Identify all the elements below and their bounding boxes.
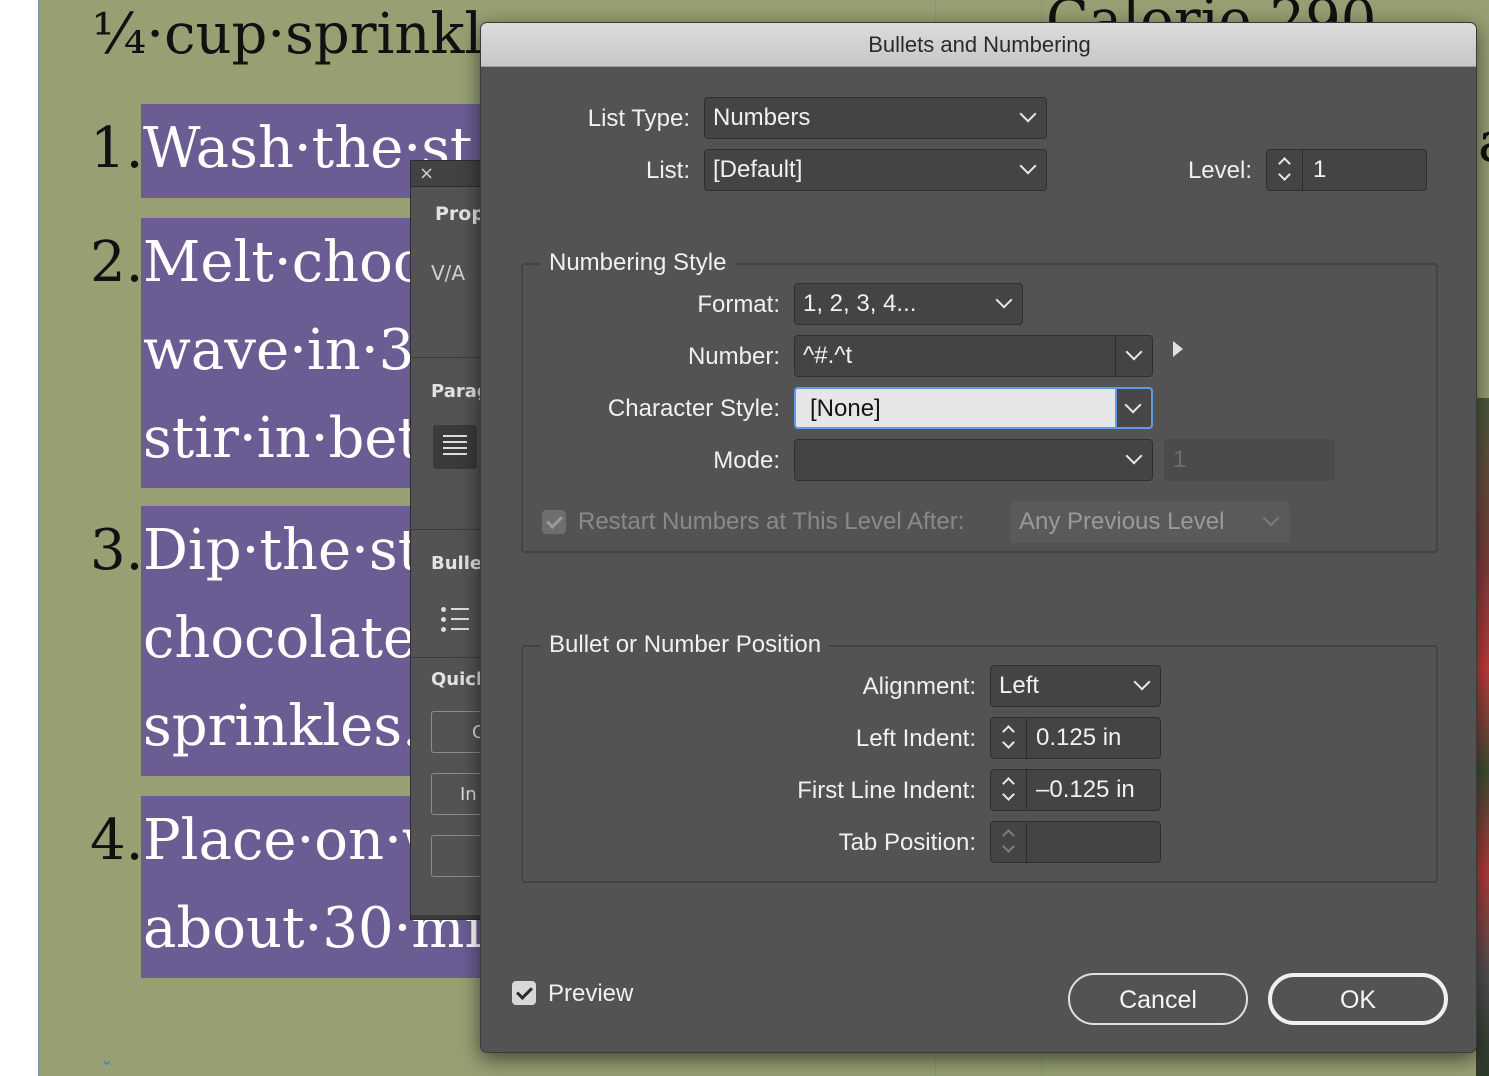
- close-icon[interactable]: ×: [419, 163, 434, 184]
- tab-position-label: Tab Position:: [838, 829, 976, 856]
- step-number: 1.: [90, 116, 144, 181]
- edge-letter: a: [1478, 110, 1489, 175]
- start-at-field[interactable]: 1: [1164, 439, 1335, 481]
- list-value: [Default]: [713, 156, 803, 183]
- stepper-arrows-icon[interactable]: [991, 822, 1027, 862]
- chevron-down-icon: [1262, 509, 1280, 527]
- step-number: 2.: [90, 230, 144, 295]
- format-dropdown[interactable]: 1, 2, 3, 4...: [794, 283, 1023, 325]
- overset-chevron-icon[interactable]: ⌄: [100, 1050, 113, 1069]
- restart-numbers-label: Restart Numbers at This Level After:: [578, 508, 965, 535]
- list-type-value: Numbers: [713, 104, 811, 131]
- divider: [411, 915, 481, 919]
- first-line-indent-value[interactable]: –0.125 in: [1036, 776, 1135, 804]
- special-character-menu-icon[interactable]: [1173, 341, 1183, 357]
- divider: [411, 529, 481, 530]
- bullets-section-label: Bulle: [431, 553, 482, 574]
- preview-checkbox[interactable]: [512, 981, 536, 1005]
- align-left-icon[interactable]: [433, 425, 477, 469]
- quick-action-button[interactable]: C: [431, 711, 481, 753]
- stepper-arrows-icon[interactable]: [991, 770, 1027, 810]
- step-line: chocolate: [143, 606, 417, 671]
- character-style-label: Character Style:: [607, 395, 780, 422]
- list-label: List:: [645, 157, 690, 184]
- position-legend: Bullet or Number Position: [541, 631, 830, 659]
- list-dropdown[interactable]: [Default]: [704, 149, 1047, 191]
- ok-button[interactable]: OK: [1268, 973, 1448, 1025]
- level-label: Level:: [1187, 157, 1252, 184]
- format-label: Format:: [697, 291, 780, 318]
- restart-after-dropdown[interactable]: Any Previous Level: [1010, 501, 1290, 543]
- start-at-value: 1: [1173, 446, 1187, 473]
- restart-numbers-checkbox[interactable]: [542, 510, 566, 534]
- quick-action-button[interactable]: [431, 835, 481, 877]
- page-edge-guide: [38, 0, 39, 1076]
- left-indent-value[interactable]: 0.125 in: [1036, 724, 1121, 752]
- step-line: Melt·choc: [143, 230, 425, 295]
- stepper-arrows-icon[interactable]: [991, 718, 1027, 758]
- first-line-indent-stepper[interactable]: –0.125 in: [990, 769, 1161, 811]
- paragraph-section-label: Parag: [431, 381, 481, 402]
- bullets-numbering-dialog[interactable]: Bullets and Numbering List Type: Numbers…: [480, 22, 1477, 1053]
- chevron-down-icon: [995, 291, 1013, 309]
- format-value: 1, 2, 3, 4...: [803, 290, 917, 317]
- number-value[interactable]: ^#.^t: [803, 342, 852, 369]
- divider: [411, 357, 481, 358]
- character-style-dropdown[interactable]: [None]: [794, 387, 1153, 429]
- step-line: sprinkles.: [143, 694, 420, 759]
- level-value[interactable]: 1: [1313, 156, 1326, 184]
- quick-actions-label: Quicl: [431, 669, 482, 690]
- cancel-button[interactable]: Cancel: [1068, 973, 1248, 1025]
- left-indent-label: Left Indent:: [855, 725, 976, 752]
- step-number: 3.: [90, 518, 144, 583]
- character-style-value: [None]: [810, 395, 881, 422]
- preview-label[interactable]: Preview: [548, 980, 633, 1008]
- step-line: wave·in·30: [143, 318, 450, 383]
- list-type-dropdown[interactable]: Numbers: [704, 97, 1047, 139]
- first-line-indent-label: First Line Indent:: [797, 777, 976, 804]
- numbering-style-legend: Numbering Style: [541, 249, 735, 277]
- mode-dropdown[interactable]: [794, 439, 1153, 481]
- stepper-arrows-icon[interactable]: [1267, 150, 1303, 190]
- quick-action-button[interactable]: In: [431, 773, 481, 815]
- number-combobox[interactable]: ^#.^t: [794, 335, 1153, 377]
- ingredient-line: ¼·cup·sprinkl: [92, 2, 483, 67]
- mode-label: Mode:: [713, 447, 780, 474]
- step-line: stir·in·bet: [143, 406, 420, 471]
- restart-after-value: Any Previous Level: [1019, 508, 1225, 535]
- chevron-down-icon: [1019, 157, 1037, 175]
- tab-position-stepper[interactable]: [990, 821, 1161, 863]
- alignment-label: Alignment:: [862, 673, 976, 700]
- step-line: Dip·the·st: [143, 518, 421, 583]
- panel-title: Prop: [435, 203, 482, 225]
- alignment-value: Left: [999, 672, 1040, 699]
- chevron-down-icon: [1133, 673, 1151, 691]
- left-indent-stepper[interactable]: 0.125 in: [990, 717, 1161, 759]
- position-group: [521, 645, 1438, 883]
- bulleted-list-icon[interactable]: [441, 605, 471, 633]
- chevron-down-icon: [1019, 105, 1037, 123]
- step-line: Place·on·w: [143, 808, 450, 873]
- divider: [411, 657, 481, 658]
- dialog-titlebar[interactable]: Bullets and Numbering: [481, 23, 1476, 67]
- placed-photo[interactable]: [1476, 398, 1489, 1076]
- chevron-down-icon[interactable]: [1125, 343, 1143, 361]
- number-label: Number:: [687, 343, 780, 370]
- step-number: 4.: [90, 808, 144, 873]
- kerning-icon[interactable]: V/A: [431, 261, 465, 285]
- level-stepper[interactable]: 1: [1266, 149, 1427, 191]
- panel-titlebar[interactable]: ×: [411, 161, 481, 187]
- list-type-label: List Type:: [587, 105, 690, 132]
- chevron-down-icon: [1125, 447, 1143, 465]
- properties-panel[interactable]: × Prop V/A Parag Bulle Quicl C In: [410, 160, 482, 920]
- dialog-title: Bullets and Numbering: [868, 32, 1091, 57]
- alignment-dropdown[interactable]: Left: [990, 665, 1161, 707]
